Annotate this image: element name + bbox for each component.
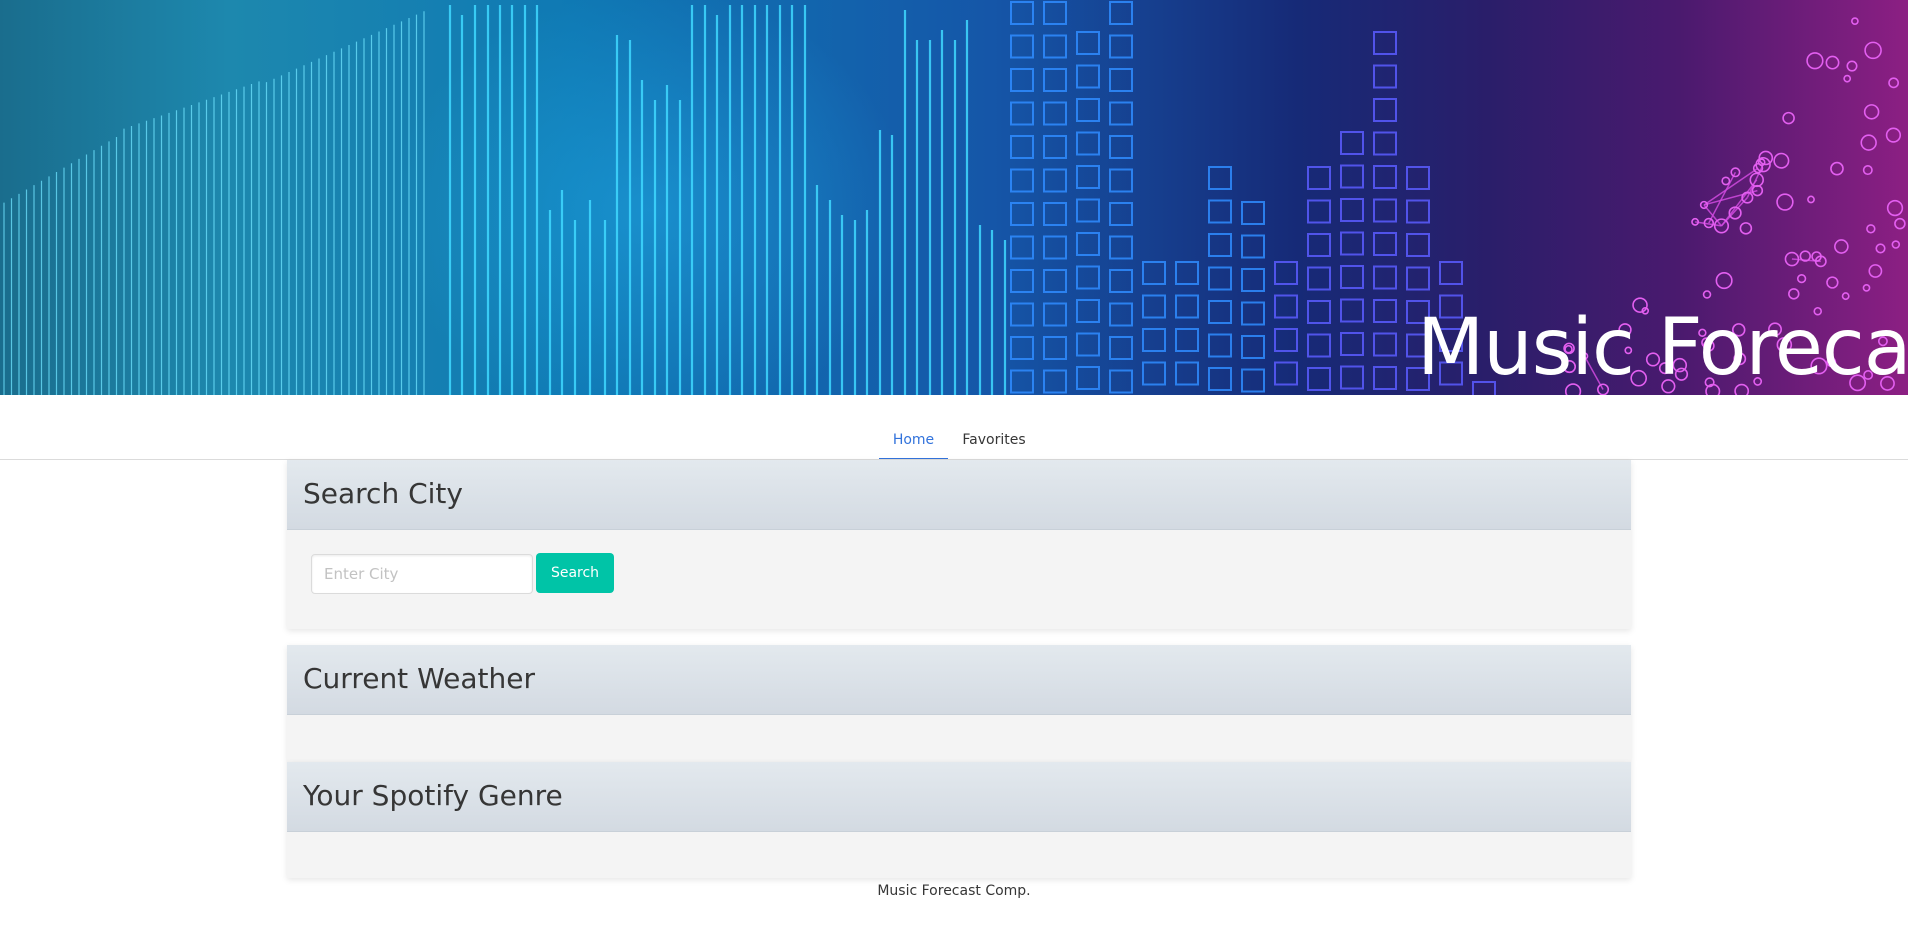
search-city-card: Search City Search [287,460,1631,629]
hero-banner: Music Forecast [0,0,1908,395]
footer-text: Music Forecast Comp. [877,883,1031,899]
tab-home[interactable]: Home [879,430,948,459]
spotify-genre-card: Your Spotify Genre [287,762,1631,878]
current-weather-card: Current Weather [287,645,1631,762]
weather-card-title: Current Weather [303,662,535,695]
hero-title: Music Forecast [1417,303,1908,393]
tab-favorites[interactable]: Favorites [948,430,1040,458]
weather-card-header: Current Weather [287,645,1631,715]
search-button[interactable]: Search [536,553,614,593]
genre-card-title: Your Spotify Genre [303,779,563,812]
tab-navigation: Home Favorites [0,395,1908,460]
city-input[interactable] [311,554,533,594]
search-card-header: Search City [287,460,1631,530]
search-card-title: Search City [303,477,463,510]
genre-card-header: Your Spotify Genre [287,762,1631,832]
